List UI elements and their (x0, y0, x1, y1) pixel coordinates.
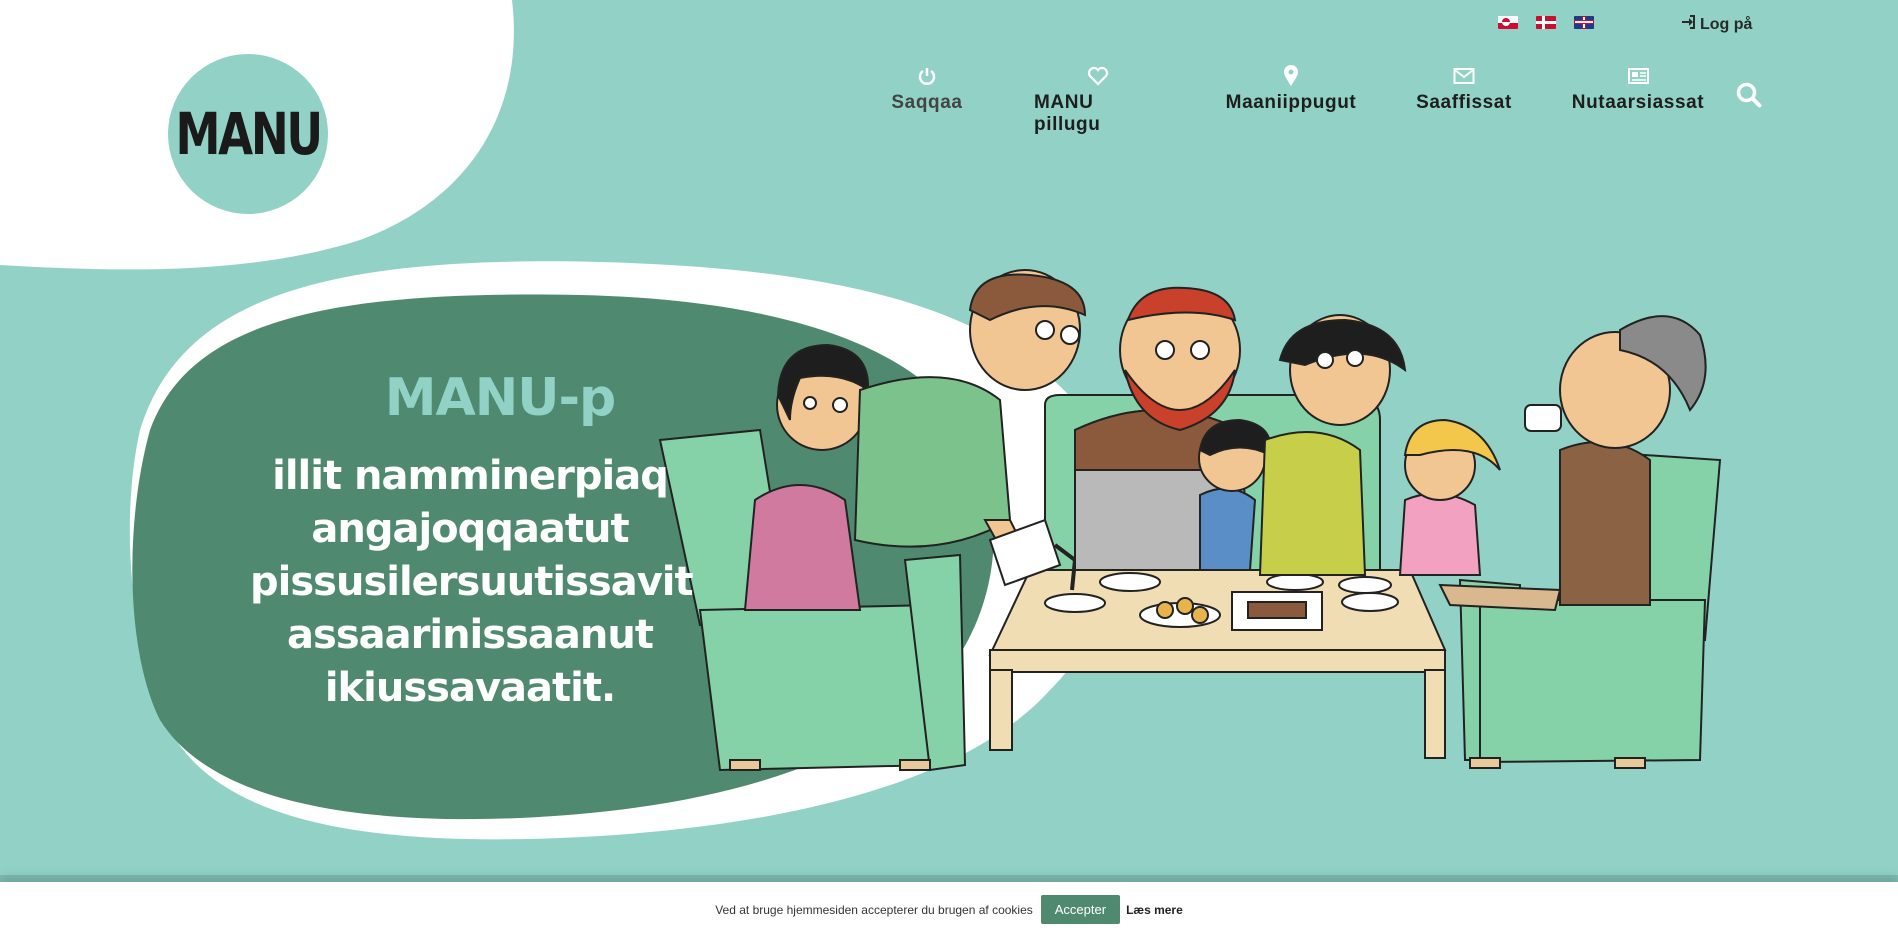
nav-label: Saaffissat (1416, 92, 1512, 113)
hero-line: angajoqqaatut (311, 506, 629, 552)
coffee-table (988, 569, 1447, 759)
denmark-flag-icon[interactable] (1536, 16, 1556, 29)
hero-line: ikiussavaatit. (324, 665, 616, 711)
nav-item-saqqaa[interactable]: Saqqaa (880, 64, 974, 136)
hero-line: illit namminerpiaq (272, 453, 669, 499)
hero-title: MANU-p (384, 368, 617, 428)
nav-item-saaffissat[interactable]: Saaffissat (1416, 64, 1511, 136)
hero-line: pissusilersuutissavit (250, 559, 694, 605)
cookie-accept-button[interactable]: Accepter (1040, 895, 1121, 924)
main-navigation: Saqqaa MANU pillugu Maaniippugut Saaffis… (880, 64, 1705, 136)
login-label: Log på (1700, 15, 1753, 33)
character-woman-right (1258, 314, 1407, 576)
nav-label: Nutaarsiassat (1571, 92, 1705, 113)
envelope-icon (1453, 64, 1475, 88)
nav-item-manu-pillugu[interactable]: MANU pillugu (1034, 64, 1161, 136)
sign-in-icon (1681, 15, 1696, 34)
map-pin-icon (1283, 64, 1299, 88)
search-icon[interactable] (1736, 82, 1762, 113)
login-link[interactable]: Log på (1681, 15, 1752, 34)
nav-label: Maaniippugut (1225, 92, 1357, 113)
cookie-text: Ved at bruge hjemmesiden accepterer du b… (715, 902, 1033, 917)
newspaper-icon (1626, 64, 1650, 88)
nav-item-nutaarsiassat[interactable]: Nutaarsiassat (1571, 64, 1705, 136)
power-icon (917, 64, 937, 88)
hero-tagline: illit namminerpiaq angajoqqaatut pissusi… (250, 450, 694, 715)
language-switcher (1498, 16, 1594, 29)
uk-flag-icon[interactable] (1574, 16, 1594, 29)
character-girl (1398, 418, 1501, 576)
site-logo[interactable]: MANU (168, 54, 328, 214)
logo-text: MANU (175, 100, 323, 168)
hero-line: assaarinissaanut (287, 612, 654, 658)
nav-item-maaniippugut[interactable]: Maaniippugut (1226, 64, 1356, 136)
heart-icon (1087, 64, 1109, 88)
cookie-banner: Ved at bruge hjemmesiden accepterer du b… (0, 882, 1898, 937)
cookie-read-more-link[interactable]: Læs mere (1126, 903, 1183, 917)
nav-label: Saqqaa (891, 92, 963, 113)
nav-label: MANU pillugu (1034, 92, 1101, 135)
greenland-flag-icon[interactable] (1498, 16, 1518, 29)
